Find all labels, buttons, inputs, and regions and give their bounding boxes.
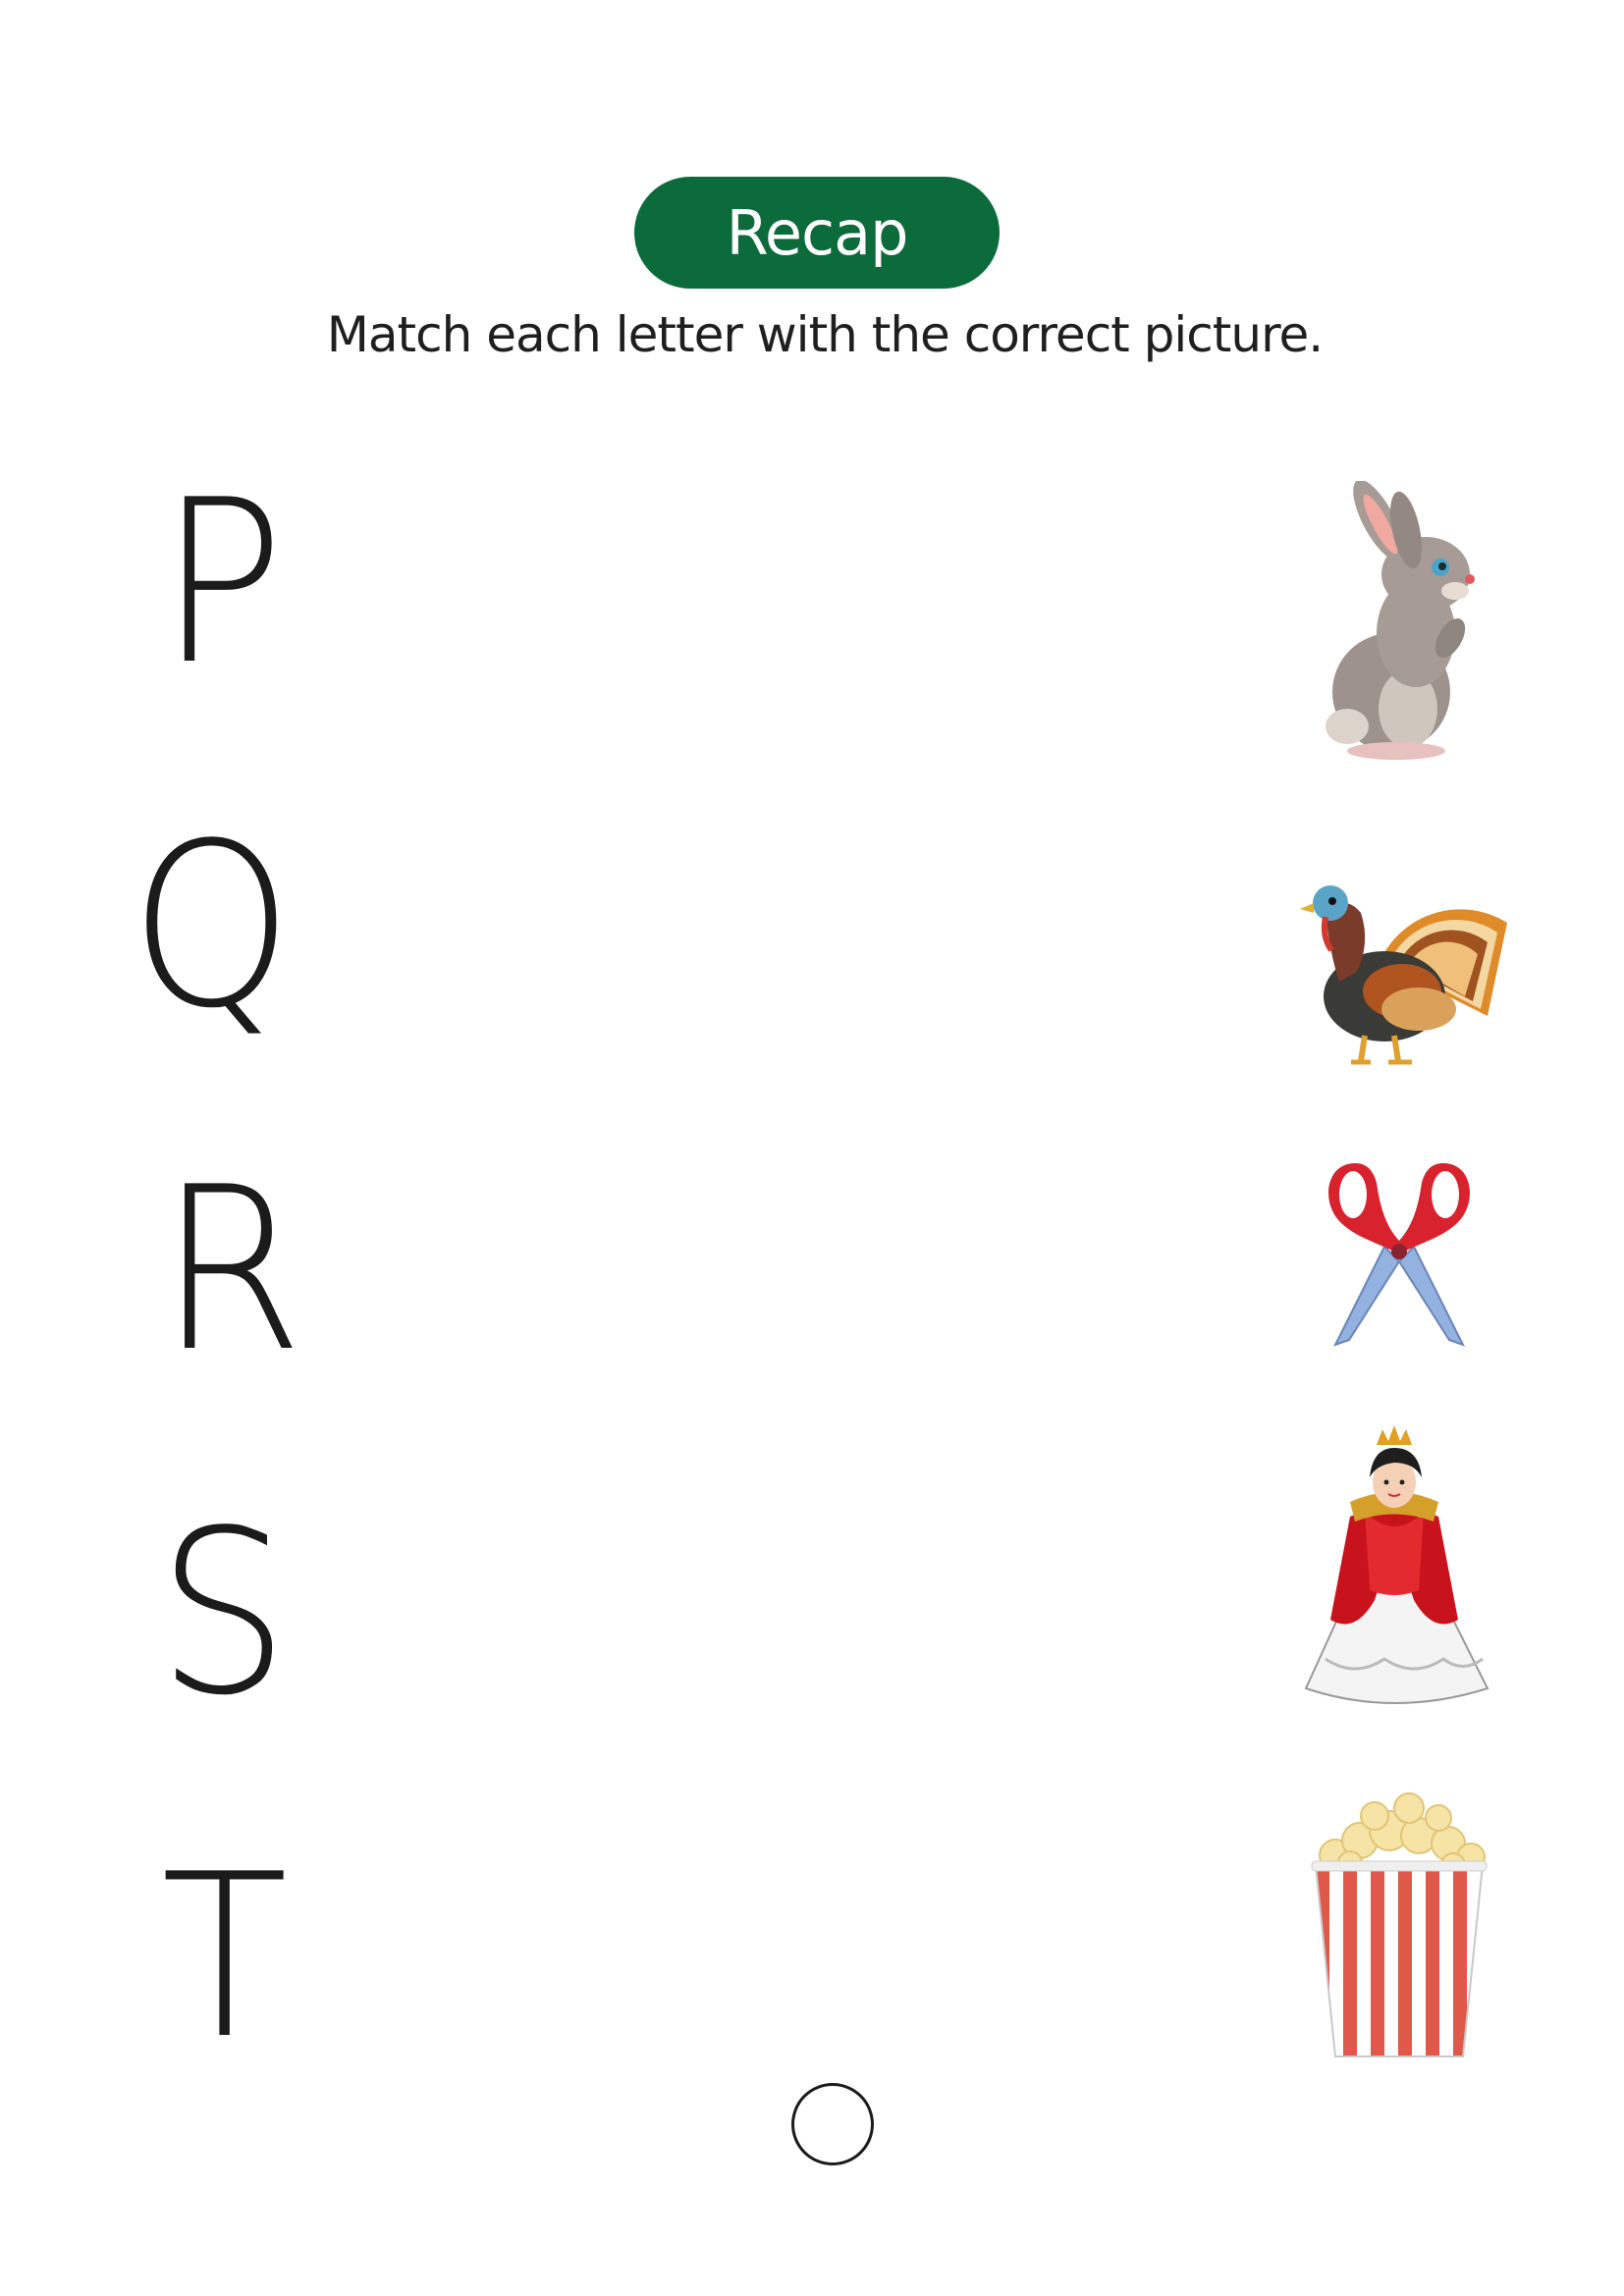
rabbit-picture [1298,481,1494,766]
letter-r: R [159,1140,304,1402]
popcorn-picture [1306,1787,1492,2061]
page-marker-circle [791,2083,874,2165]
letter-p: P [159,453,285,715]
worksheet-page: Recap Match each letter with the correct… [0,0,1624,2296]
turkey-picture [1286,844,1512,1070]
popcorn-icon [1311,1792,1488,2057]
instruction-text: Match each letter with the correct pictu… [326,306,1324,363]
scissors-picture [1316,1153,1483,1350]
queen-icon [1304,1425,1489,1704]
queen-picture [1296,1423,1492,1713]
letter-q: Q [130,796,294,1058]
letter-t: T [161,1827,289,2089]
scissors-icon [1328,1163,1470,1347]
turkey-icon [1300,885,1507,1065]
letter-s: S [157,1483,290,1745]
recap-title-badge: Recap [634,177,1000,289]
rabbit-icon [1326,481,1475,760]
page-title: Recap [726,196,909,269]
